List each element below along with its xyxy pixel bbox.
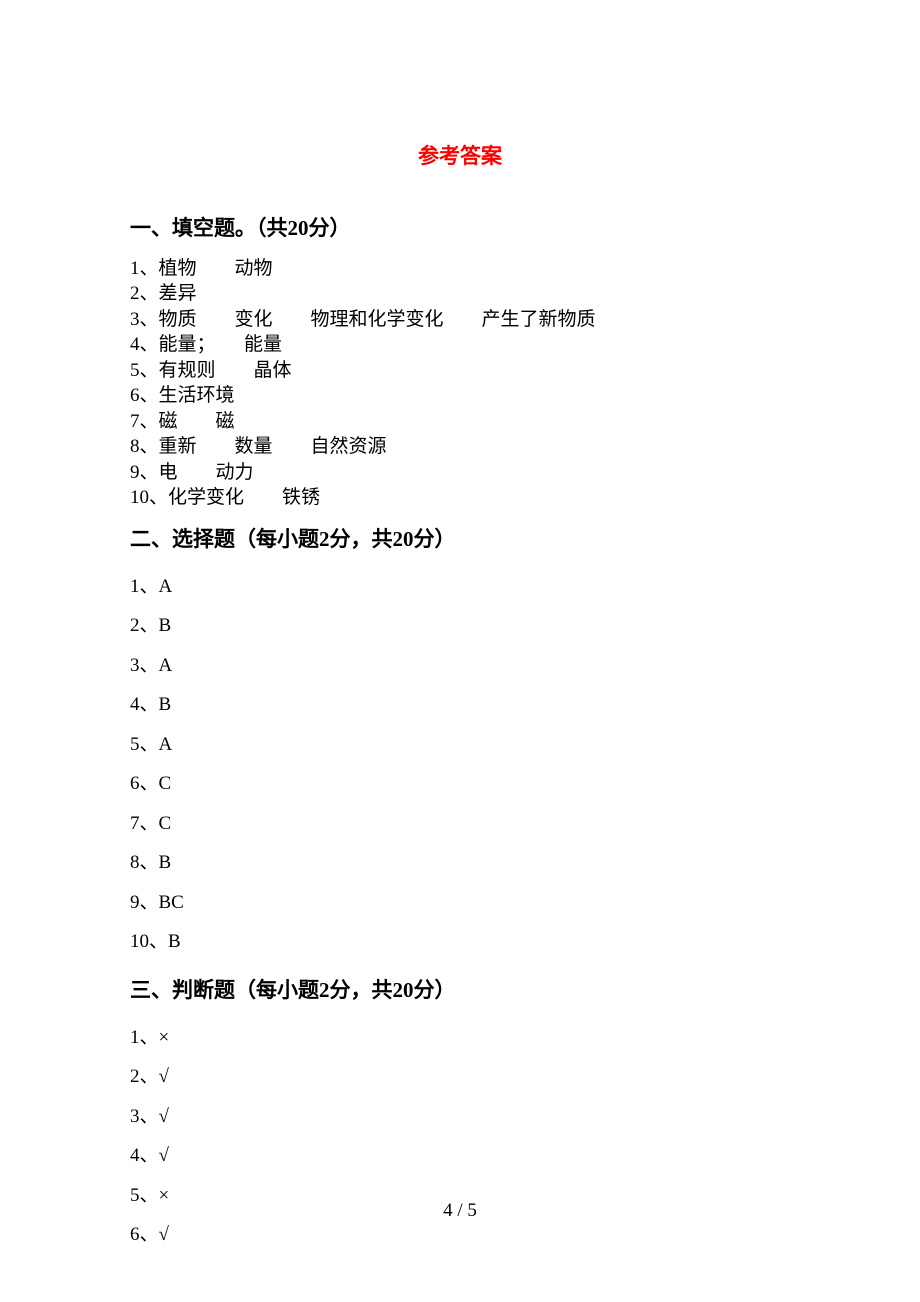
answer-item: 3、√ (130, 1097, 790, 1137)
answer-item: 1、× (130, 1018, 790, 1058)
answer-item: 8、B (130, 843, 790, 883)
answer-item: 7、磁 磁 (130, 409, 790, 434)
section-choice: 二、选择题（每小题2分，共20分） 1、A 2、B 3、A 4、B 5、A 6、… (130, 523, 790, 962)
answer-item: 9、BC (130, 883, 790, 923)
answer-item: 2、差异 (130, 281, 790, 306)
answer-item: 1、植物 动物 (130, 256, 790, 281)
page-title: 参考答案 (130, 140, 790, 170)
answer-item: 1、A (130, 567, 790, 607)
answer-item: 4、√ (130, 1136, 790, 1176)
answer-item: 10、化学变化 铁锈 (130, 485, 790, 510)
answer-item: 6、生活环境 (130, 383, 790, 408)
answer-item: 2、B (130, 606, 790, 646)
answer-item: 6、C (130, 764, 790, 804)
section-header-3: 三、判断题（每小题2分，共20分） (130, 974, 790, 1004)
answer-item: 9、电 动力 (130, 460, 790, 485)
answer-item: 5、A (130, 725, 790, 765)
answer-item: 3、物质 变化 物理和化学变化 产生了新物质 (130, 307, 790, 332)
section-header-1: 一、填空题。（共20分） (130, 212, 790, 242)
answer-item: 4、B (130, 685, 790, 725)
answer-item: 4、能量； 能量 (130, 332, 790, 357)
answer-item: 2、√ (130, 1057, 790, 1097)
answer-item: 10、B (130, 922, 790, 962)
document-page: 参考答案 一、填空题。（共20分） 1、植物 动物 2、差异 3、物质 变化 物… (0, 0, 920, 1255)
answer-item: 8、重新 数量 自然资源 (130, 434, 790, 459)
answer-item: 3、A (130, 646, 790, 686)
section-header-2: 二、选择题（每小题2分，共20分） (130, 523, 790, 553)
answer-item: 7、C (130, 804, 790, 844)
section-fill-blank: 一、填空题。（共20分） 1、植物 动物 2、差异 3、物质 变化 物理和化学变… (130, 212, 790, 511)
page-number: 4 / 5 (0, 1200, 920, 1222)
answer-item: 5、有规则 晶体 (130, 358, 790, 383)
